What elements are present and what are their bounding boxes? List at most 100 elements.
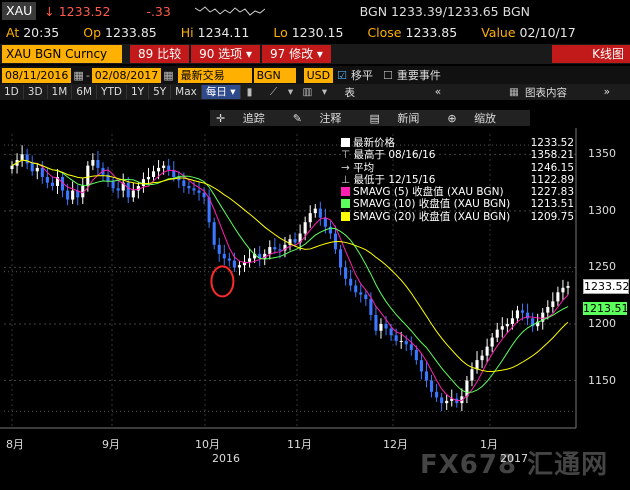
candle-type-icon[interactable]: ▮ [241, 86, 259, 98]
last-price-tag: 1233.52 [583, 279, 630, 295]
crosshair-icon: ✛ [216, 112, 226, 125]
collapse-right-icon[interactable]: » [604, 86, 610, 98]
candle-body [374, 314, 378, 331]
candle-body [424, 371, 429, 381]
chart-content-button[interactable]: 图表内容 [521, 85, 571, 100]
sma10-price-tag: 1213.51 [583, 301, 629, 315]
period-max[interactable]: Max [171, 85, 202, 99]
candle-body [308, 213, 312, 223]
quote-header: XAU ↓ 1233.52 -.33 BGN 1233.39/1233.65 B… [0, 0, 630, 22]
candle-body [313, 208, 317, 214]
legend-row: → 平均 1246.15 [341, 162, 574, 174]
candle-body [116, 188, 120, 191]
source-select[interactable]: BGN [253, 67, 296, 83]
currency-select[interactable]: USD [303, 67, 334, 83]
calendar-icon[interactable]: ▦ [73, 69, 83, 82]
chart-legend: 最新价格 1233.52 ⊤ 最高于 08/16/16 1358.21 → 平均 1246… [341, 137, 574, 223]
bar-chart-icon[interactable]: ▥ [299, 86, 317, 98]
line-chart-icon[interactable]: ⟋ [265, 86, 283, 99]
candle-body [268, 247, 272, 254]
frequency-select[interactable]: 每日 ▾ [201, 85, 241, 99]
candle-body [399, 340, 403, 342]
date-to-field[interactable]: 02/08/2017 [91, 67, 162, 83]
chevron-down-icon[interactable]: ▾ [317, 86, 333, 98]
events-checkbox-icon[interactable]: ☐ [383, 69, 393, 82]
y-tick-label: 1350 [588, 147, 616, 161]
year-label: 2016 [212, 452, 240, 465]
y-tick-label: 1300 [588, 203, 616, 217]
candle-body [515, 310, 520, 319]
candle-body [364, 294, 368, 300]
net-change: -.33 [146, 3, 171, 19]
candle-body [318, 208, 322, 218]
tool-zoom[interactable]: ⊕ 缩放 [447, 110, 510, 126]
candle-body [293, 239, 297, 243]
high-field: Hi 1234.11 [180, 24, 250, 40]
candle-body [232, 260, 236, 268]
chart-tools: ✛ 追踪 ✎ 注释 ▤ 新闻 ⊕ 缩放 [0, 110, 630, 126]
tool-annotate[interactable]: ✎ 注释 [293, 110, 356, 126]
tool-track[interactable]: ✛ 追踪 [216, 110, 279, 126]
legend-label: → 平均 [341, 161, 375, 174]
candle-body [192, 188, 196, 191]
tool-news[interactable]: ▤ 新闻 [369, 110, 433, 126]
period-5y[interactable]: 5Y [149, 85, 172, 99]
legend-value: 1209.75 [530, 210, 574, 223]
compare-menu[interactable]: 89 比较 [130, 45, 190, 63]
move-checkbox-icon[interactable]: ☑ [337, 69, 347, 82]
y-tick-label: 1200 [588, 316, 616, 330]
candle-body [303, 222, 307, 234]
period-1m[interactable]: 1M [48, 85, 73, 99]
legend-label: SMAVG (10) 收盘值 (XAU BGN) [341, 198, 510, 210]
legend-value: 1246.15 [530, 161, 574, 174]
candle-body [338, 249, 343, 268]
grid-icon[interactable]: ▦ [507, 86, 521, 98]
edit-menu[interactable]: 97 修改 ▾ [262, 45, 331, 63]
value-field: Value 02/10/17 [481, 24, 576, 40]
candle-body [429, 380, 434, 392]
period-ytd[interactable]: YTD [97, 85, 127, 99]
candle-body [409, 344, 413, 350]
ticker-input[interactable]: XAU BGN Curncy [2, 45, 122, 63]
period-6m[interactable]: 6M [72, 85, 98, 99]
candle-body [273, 247, 277, 250]
candle-body [35, 167, 39, 172]
period-1y[interactable]: 1Y [127, 85, 150, 99]
candle-body [111, 181, 115, 189]
x-tick-label: 11月 [287, 438, 312, 451]
range-separator: - [85, 68, 90, 82]
candle-body [187, 186, 191, 189]
events-label: 重要事件 [396, 69, 441, 82]
open-field: Op 1233.85 [83, 24, 157, 40]
y-tick-label: 1250 [588, 260, 616, 274]
down-arrow-icon: ↓ [44, 3, 55, 19]
candle-body [278, 249, 282, 251]
chevron-down-icon[interactable]: ▾ [283, 86, 299, 98]
legend-label: ⊤ 最高于 08/16/16 [341, 149, 436, 162]
options-menu[interactable]: 90 选项 ▾ [191, 45, 261, 63]
date-from-field[interactable]: 08/11/2016 [2, 67, 72, 83]
legend-marker-icon: ⊤ [341, 149, 354, 162]
candle-body [141, 179, 145, 187]
symbol-label[interactable]: XAU [2, 2, 37, 20]
x-tick-label: 10月 [195, 438, 220, 451]
table-button[interactable]: 表 [341, 85, 360, 100]
legend-value: 1233.52 [530, 137, 574, 149]
year-label: 2017 [500, 452, 528, 465]
candle-body [490, 337, 494, 347]
calendar-icon[interactable]: ▦ [163, 69, 173, 82]
collapse-left-icon[interactable]: « [429, 86, 447, 98]
candle-body [86, 165, 90, 187]
close-field: Close 1233.85 [367, 24, 458, 40]
candle-body [389, 328, 393, 336]
last-trade-select[interactable]: 最新交易 [177, 67, 252, 83]
last-price: ↓ 1233.52 [44, 4, 110, 19]
annotation-circle [210, 265, 235, 298]
sparkline-icon [195, 6, 265, 16]
legend-label: SMAVG (20) 收盘值 (XAU BGN) [341, 211, 510, 223]
period-3d[interactable]: 3D [24, 85, 48, 99]
quote-details: At 20:35 Op 1233.85 Hi 1234.11 Lo 1230.15 Cl… [0, 22, 630, 42]
candle-body [197, 190, 201, 193]
period-1d[interactable]: 1D [0, 85, 24, 99]
x-tick-label: 12月 [383, 438, 408, 451]
